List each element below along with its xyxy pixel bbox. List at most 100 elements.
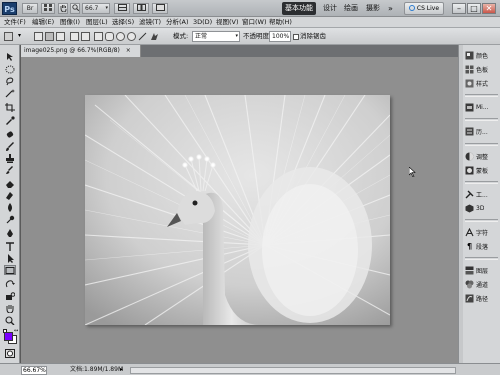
menu-select[interactable]: 选择(S) (112, 17, 134, 28)
tool-preset-picker[interactable] (4, 32, 13, 41)
channels-icon (465, 280, 474, 289)
status-menu-arrow-icon[interactable]: ▸ (120, 366, 123, 373)
menu-filter[interactable]: 滤镜(T) (139, 17, 161, 28)
close-button[interactable]: ✕ (482, 3, 496, 14)
panel-channels-button[interactable]: 通道 (465, 278, 498, 291)
panel-3d-button[interactable]: 3D (465, 202, 498, 215)
zoom-level-dropdown[interactable]: 66.7 ▾ (82, 3, 110, 14)
quick-mask-icon[interactable] (4, 348, 16, 358)
ellipse-shape-icon[interactable] (116, 32, 125, 41)
type-tool-icon[interactable] (4, 241, 16, 251)
minimize-button[interactable]: – (452, 3, 466, 14)
custom-shape-icon[interactable] (150, 32, 159, 41)
image-canvas[interactable] (85, 95, 390, 325)
crop-tool-icon[interactable] (4, 102, 16, 112)
restore-button[interactable]: □ (467, 3, 481, 14)
freeform-pen-icon[interactable] (81, 32, 90, 41)
dodge-tool-icon[interactable] (4, 214, 16, 224)
screen-mode-button[interactable] (152, 3, 168, 14)
panel-layers-label: 图层 (476, 268, 489, 275)
menu-edit[interactable]: 编辑(E) (32, 17, 54, 28)
clone-stamp-tool-icon[interactable] (4, 153, 16, 163)
panel-layers-button[interactable]: 图层 (465, 264, 498, 277)
3d-camera-tool-icon[interactable] (4, 291, 16, 301)
close-tab-icon[interactable]: × (126, 47, 131, 54)
magic-wand-tool-icon[interactable] (4, 88, 16, 98)
marquee-tool-icon[interactable] (4, 64, 16, 74)
panel-styles-button[interactable]: 样式 (465, 77, 498, 90)
panel-adjustments-button[interactable]: 调整 (465, 150, 498, 163)
menu-bar: 文件(F) 编辑(E) 图像(I) 图层(L) 选择(S) 滤镜(T) 分析(A… (0, 17, 500, 28)
rounded-rectangle-icon[interactable] (105, 32, 114, 41)
workspace-more-button[interactable]: » (388, 2, 393, 15)
workspace-painting-button[interactable]: 绘画 (344, 2, 358, 15)
opacity-input[interactable]: 100% (269, 31, 291, 42)
menu-help[interactable]: 帮助(H) (269, 17, 292, 28)
panel-mini-bridge-button[interactable]: Mi... (465, 101, 498, 114)
cs-live-label: CS Live (416, 5, 440, 12)
menu-analysis[interactable]: 分析(A) (166, 17, 189, 28)
rectangle-tool-icon[interactable] (4, 265, 16, 275)
blur-tool-icon[interactable] (4, 202, 16, 212)
panel-paragraph-button[interactable]: ¶ 段落 (465, 240, 498, 253)
workspace-photography-button[interactable]: 摄影 (366, 2, 380, 15)
show-extras-button[interactable] (114, 3, 130, 14)
menu-window[interactable]: 窗口(W) (242, 17, 267, 28)
hand-view-button[interactable] (58, 3, 68, 14)
path-selection-tool-icon[interactable] (4, 253, 16, 263)
gradient-tool-icon[interactable] (4, 190, 16, 200)
pen-path-icon[interactable] (70, 32, 79, 41)
foreground-color-swatch[interactable] (4, 332, 13, 341)
panel-paths-button[interactable]: 路径 (465, 292, 498, 305)
zoom-level-value: 66.7 (85, 5, 99, 12)
menu-image[interactable]: 图像(I) (60, 17, 80, 28)
document-tab[interactable]: image025.png @ 66.7%(RGB/8) × (21, 45, 141, 57)
horizontal-scrollbar[interactable] (130, 367, 456, 374)
panel-character-button[interactable]: 字符 (465, 226, 498, 239)
move-tool-icon[interactable] (4, 51, 16, 61)
history-brush-tool-icon[interactable] (4, 165, 16, 175)
polygon-shape-icon[interactable] (127, 32, 136, 41)
panel-adjustments-label: 调整 (476, 154, 489, 161)
healing-brush-tool-icon[interactable] (4, 129, 16, 139)
eyedropper-tool-icon[interactable] (4, 115, 16, 125)
menu-view[interactable]: 视图(V) (216, 17, 239, 28)
antialias-checkbox[interactable] (293, 34, 299, 40)
panel-color-button[interactable]: 颜色 (465, 49, 498, 62)
zoom-percentage-field[interactable]: 66.67% (21, 366, 47, 375)
mode-select[interactable]: 正常 ▾ (192, 31, 240, 42)
mouse-cursor-icon (408, 166, 416, 179)
document-size-info: 文档:1.89M/1.89M (70, 366, 124, 373)
menu-3d[interactable]: 3D(D) (193, 17, 212, 28)
arrange-documents-button[interactable] (133, 3, 149, 14)
line-shape-icon[interactable] (138, 32, 147, 41)
new-selection-icon[interactable] (34, 32, 43, 41)
hand-tool-icon[interactable] (4, 303, 16, 313)
add-to-selection-icon[interactable] (45, 32, 54, 41)
menu-layer[interactable]: 图层(L) (86, 17, 108, 28)
workspace-essentials-button[interactable]: 基本功能 (282, 2, 316, 15)
cs-live-button[interactable]: CS Live (404, 2, 444, 15)
3d-rotate-tool-icon[interactable] (4, 279, 16, 289)
menu-file[interactable]: 文件(F) (4, 17, 26, 28)
swap-colors-icon[interactable]: ↔ (14, 328, 18, 334)
rectangle-shape-icon[interactable] (94, 32, 103, 41)
pen-tool-icon[interactable] (4, 228, 16, 238)
eraser-tool-icon[interactable] (4, 178, 16, 188)
panel-tool-presets-button[interactable]: 工... (465, 188, 498, 201)
hand-icon (60, 5, 66, 13)
lasso-tool-icon[interactable] (4, 76, 16, 86)
workspace-design-button[interactable]: 设计 (323, 2, 337, 15)
zoom-view-button[interactable] (70, 3, 80, 14)
mini-bridge-button[interactable] (41, 3, 55, 14)
panel-history-button[interactable]: 历... (465, 125, 498, 138)
zoom-tool-icon[interactable] (4, 315, 16, 325)
brush-tool-icon[interactable] (4, 141, 16, 151)
dock-separator (465, 94, 498, 97)
panel-swatches-button[interactable]: 色板 (465, 63, 498, 76)
styles-icon (465, 79, 474, 88)
color-swatches: ↔ (3, 328, 18, 344)
subtract-selection-icon[interactable] (56, 32, 65, 41)
bridge-button[interactable]: Br (22, 3, 38, 14)
panel-masks-button[interactable]: 蒙板 (465, 164, 498, 177)
